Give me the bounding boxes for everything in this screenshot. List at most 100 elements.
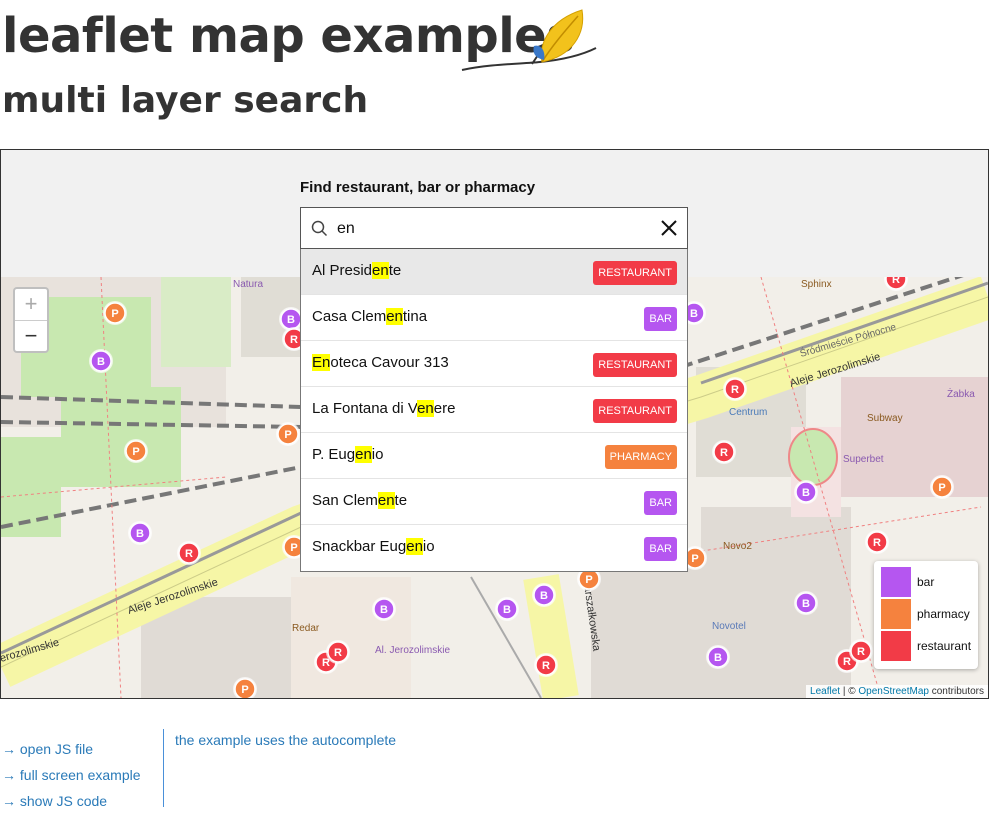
match-highlight: en: [377, 492, 395, 509]
poi-label: Natura: [233, 279, 263, 290]
restaurant-marker[interactable]: R: [849, 639, 873, 663]
map-legend: bar pharmacy restaurant: [874, 561, 978, 669]
footer-divider: [163, 729, 164, 807]
map-attribution: Leaflet | © OpenStreetMap contributors: [806, 685, 988, 698]
result-name: Casa Clementina: [312, 308, 428, 325]
show-js-code-link[interactable]: → show JS code: [2, 788, 141, 814]
svg-text:P: P: [691, 553, 698, 565]
bar-marker[interactable]: B: [372, 597, 396, 621]
svg-text:P: P: [938, 482, 945, 494]
svg-text:R: R: [857, 646, 865, 658]
restaurant-marker[interactable]: R: [177, 541, 201, 565]
category-badge: BAR: [644, 307, 677, 331]
legend-label: pharmacy: [917, 607, 970, 621]
svg-text:P: P: [284, 429, 291, 441]
bar-marker[interactable]: B: [89, 349, 113, 373]
poi-label: Centrum: [729, 407, 767, 418]
autocomplete-result[interactable]: P. Eugenio PHARMACY: [301, 433, 687, 479]
svg-text:R: R: [720, 447, 728, 459]
svg-text:B: B: [97, 356, 105, 368]
svg-text:P: P: [290, 542, 297, 554]
result-name: Enoteca Cavour 313: [312, 354, 449, 371]
pharmacy-marker[interactable]: P: [276, 422, 300, 446]
restaurant-marker[interactable]: R: [326, 640, 350, 664]
footer-note: the example uses the autocomplete: [175, 732, 397, 748]
restaurant-marker[interactable]: R: [712, 440, 736, 464]
leaflet-logo-icon: [461, 9, 597, 71]
bar-marker[interactable]: B: [706, 645, 730, 669]
svg-text:R: R: [542, 660, 550, 672]
poi-label: Novo2: [723, 541, 752, 552]
category-badge: BAR: [644, 491, 677, 515]
result-name: P. Eugenio: [312, 446, 384, 463]
svg-text:B: B: [380, 604, 388, 616]
category-badge: BAR: [644, 537, 677, 561]
poi-label: Al. Jerozolimskie: [375, 645, 450, 656]
result-name: Snackbar Eugenio: [312, 538, 435, 555]
search-icon: [311, 220, 328, 237]
category-badge: PHARMACY: [604, 445, 677, 469]
pharmacy-marker[interactable]: P: [930, 475, 954, 499]
restaurant-marker[interactable]: R: [534, 653, 558, 677]
autocomplete-result[interactable]: Snackbar Eugenio BAR: [301, 525, 687, 571]
svg-text:R: R: [290, 334, 298, 346]
pharmacy-marker[interactable]: P: [124, 439, 148, 463]
poi-label: Redar: [292, 623, 320, 634]
bar-marker[interactable]: B: [128, 521, 152, 545]
svg-text:B: B: [540, 590, 548, 602]
match-highlight: en: [372, 262, 389, 279]
page-subtitle: multi layer search: [2, 80, 369, 121]
svg-text:B: B: [503, 604, 511, 616]
close-icon[interactable]: [659, 218, 679, 238]
category-badge: RESTAURANT: [593, 261, 677, 285]
svg-text:P: P: [585, 574, 592, 586]
zoom-control: + −: [13, 287, 49, 353]
poi-label: Żabka: [947, 387, 975, 400]
match-highlight: en: [355, 446, 372, 463]
restaurant-marker[interactable]: R: [865, 530, 889, 554]
match-highlight: en: [386, 308, 403, 325]
autocomplete-result[interactable]: La Fontana di Venere RESTAURANT: [301, 387, 687, 433]
zoom-in-button[interactable]: +: [15, 289, 47, 321]
osm-link[interactable]: OpenStreetMap: [858, 686, 929, 697]
svg-text:R: R: [334, 647, 342, 659]
legend-swatch: [881, 567, 911, 597]
poi-label: Novotel: [712, 621, 746, 632]
legend-swatch: [881, 599, 911, 629]
legend-swatch: [881, 631, 911, 661]
pharmacy-marker[interactable]: P: [103, 301, 127, 325]
restaurant-marker[interactable]: R: [723, 377, 747, 401]
search-input[interactable]: [335, 216, 639, 242]
poi-label: Superbet: [843, 454, 884, 465]
legend-label: bar: [917, 575, 935, 589]
autocomplete-result[interactable]: Al Presidente RESTAURANT: [301, 249, 687, 295]
poi-label: Sphinx: [801, 279, 832, 290]
autocomplete-result[interactable]: San Clemente BAR: [301, 479, 687, 525]
bar-marker[interactable]: B: [794, 480, 818, 504]
bar-marker[interactable]: B: [495, 597, 519, 621]
svg-text:B: B: [287, 314, 295, 326]
svg-text:B: B: [714, 652, 722, 664]
open-js-file-link[interactable]: → open JS file: [2, 736, 141, 762]
match-highlight: En: [312, 354, 331, 371]
map-container[interactable]: Find restaurant, bar or pharmacy Al Pres…: [0, 149, 989, 699]
full-screen-example-link[interactable]: → full screen example: [2, 762, 141, 788]
poi-label: Subway: [867, 413, 903, 424]
search-box[interactable]: [300, 207, 688, 249]
bar-marker[interactable]: B: [532, 583, 556, 607]
svg-text:B: B: [136, 528, 144, 540]
bar-marker[interactable]: B: [794, 591, 818, 615]
footer-links: → open JS file → full screen example → s…: [2, 736, 141, 814]
svg-text:P: P: [132, 446, 139, 458]
svg-text:R: R: [843, 656, 851, 668]
svg-text:B: B: [802, 487, 810, 499]
zoom-out-button[interactable]: −: [15, 321, 47, 352]
svg-text:R: R: [873, 537, 881, 549]
autocomplete-result[interactable]: Enoteca Cavour 313 RESTAURANT: [301, 341, 687, 387]
svg-text:B: B: [802, 598, 810, 610]
match-highlight: en: [417, 400, 434, 417]
leaflet-link[interactable]: Leaflet: [810, 686, 840, 697]
category-badge: RESTAURANT: [593, 353, 677, 377]
autocomplete-result[interactable]: Casa Clementina BAR: [301, 295, 687, 341]
result-name: Al Presidente: [312, 262, 402, 279]
